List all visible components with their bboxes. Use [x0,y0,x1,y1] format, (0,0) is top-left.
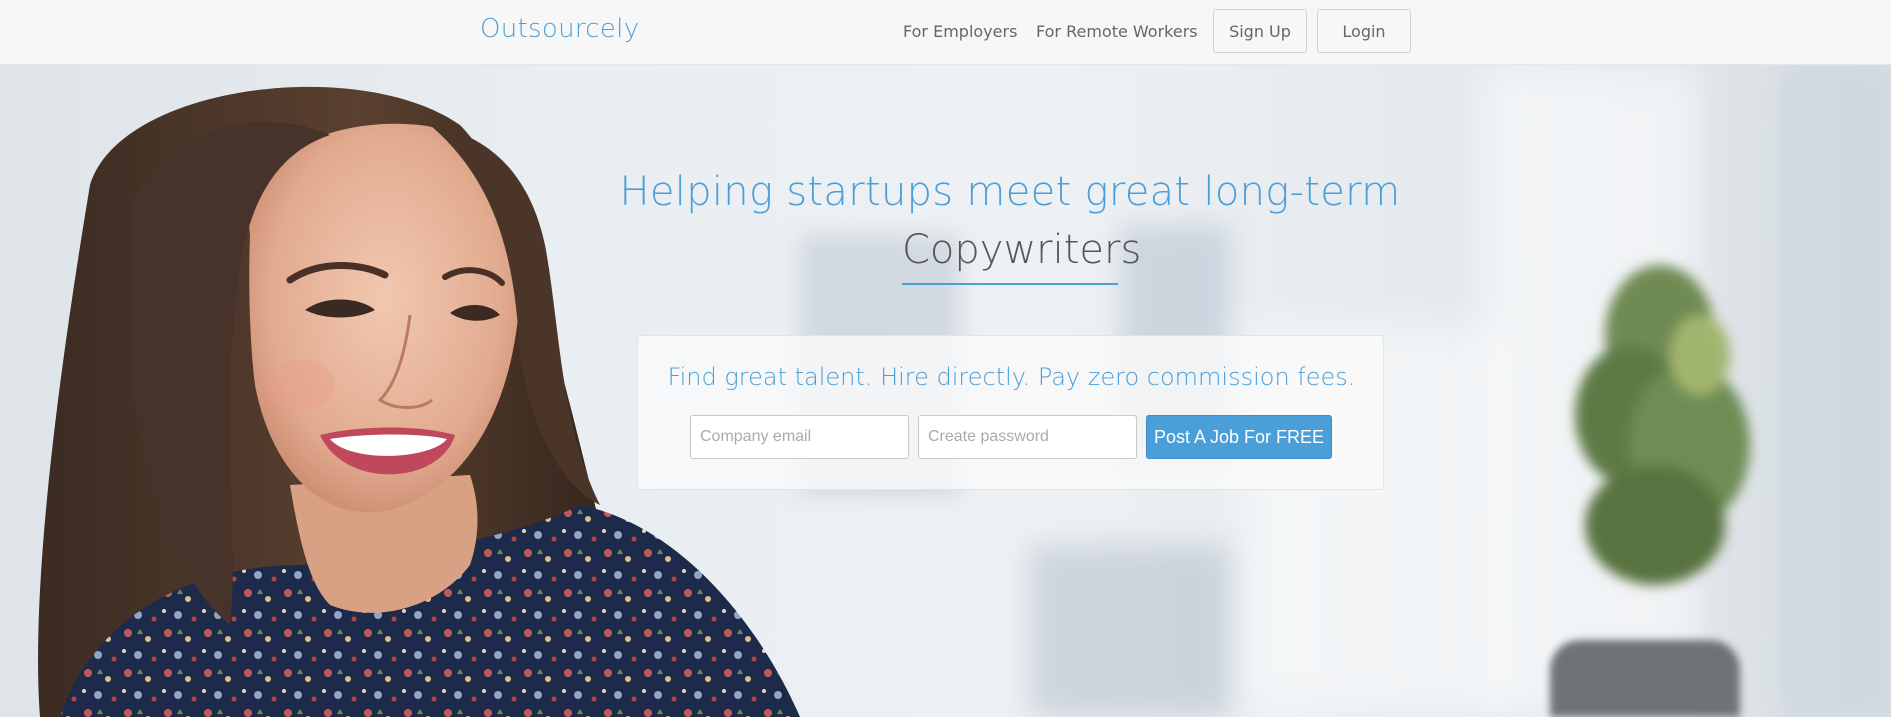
create-password-input[interactable] [918,415,1137,459]
plant-pot [1550,640,1740,717]
nav-link-remote-workers[interactable]: For Remote Workers [1036,22,1198,41]
background-blur [1030,545,1230,717]
hero-headline: Helping startups meet great long-term [619,169,1401,215]
login-button[interactable]: Login [1317,9,1411,53]
plant-image [1575,265,1750,585]
background-blur [1780,65,1891,717]
panel-tagline: Find great talent. Hire directly. Pay ze… [667,363,1356,391]
post-job-button[interactable]: Post A Job For FREE [1146,415,1332,459]
hero-section: Helping startups meet great long-term Co… [0,65,1891,717]
role-underline [902,283,1118,285]
top-navbar: Outsourcely For Employers For Remote Wor… [0,0,1891,65]
company-email-input[interactable] [690,415,909,459]
nav-link-employers[interactable]: For Employers [903,22,1017,41]
signup-button[interactable]: Sign Up [1213,9,1307,53]
brand-logo[interactable]: Outsourcely [480,14,639,44]
job-post-panel: Find great talent. Hire directly. Pay ze… [637,335,1384,490]
hero-rotating-role: Copywriters [902,227,1142,273]
